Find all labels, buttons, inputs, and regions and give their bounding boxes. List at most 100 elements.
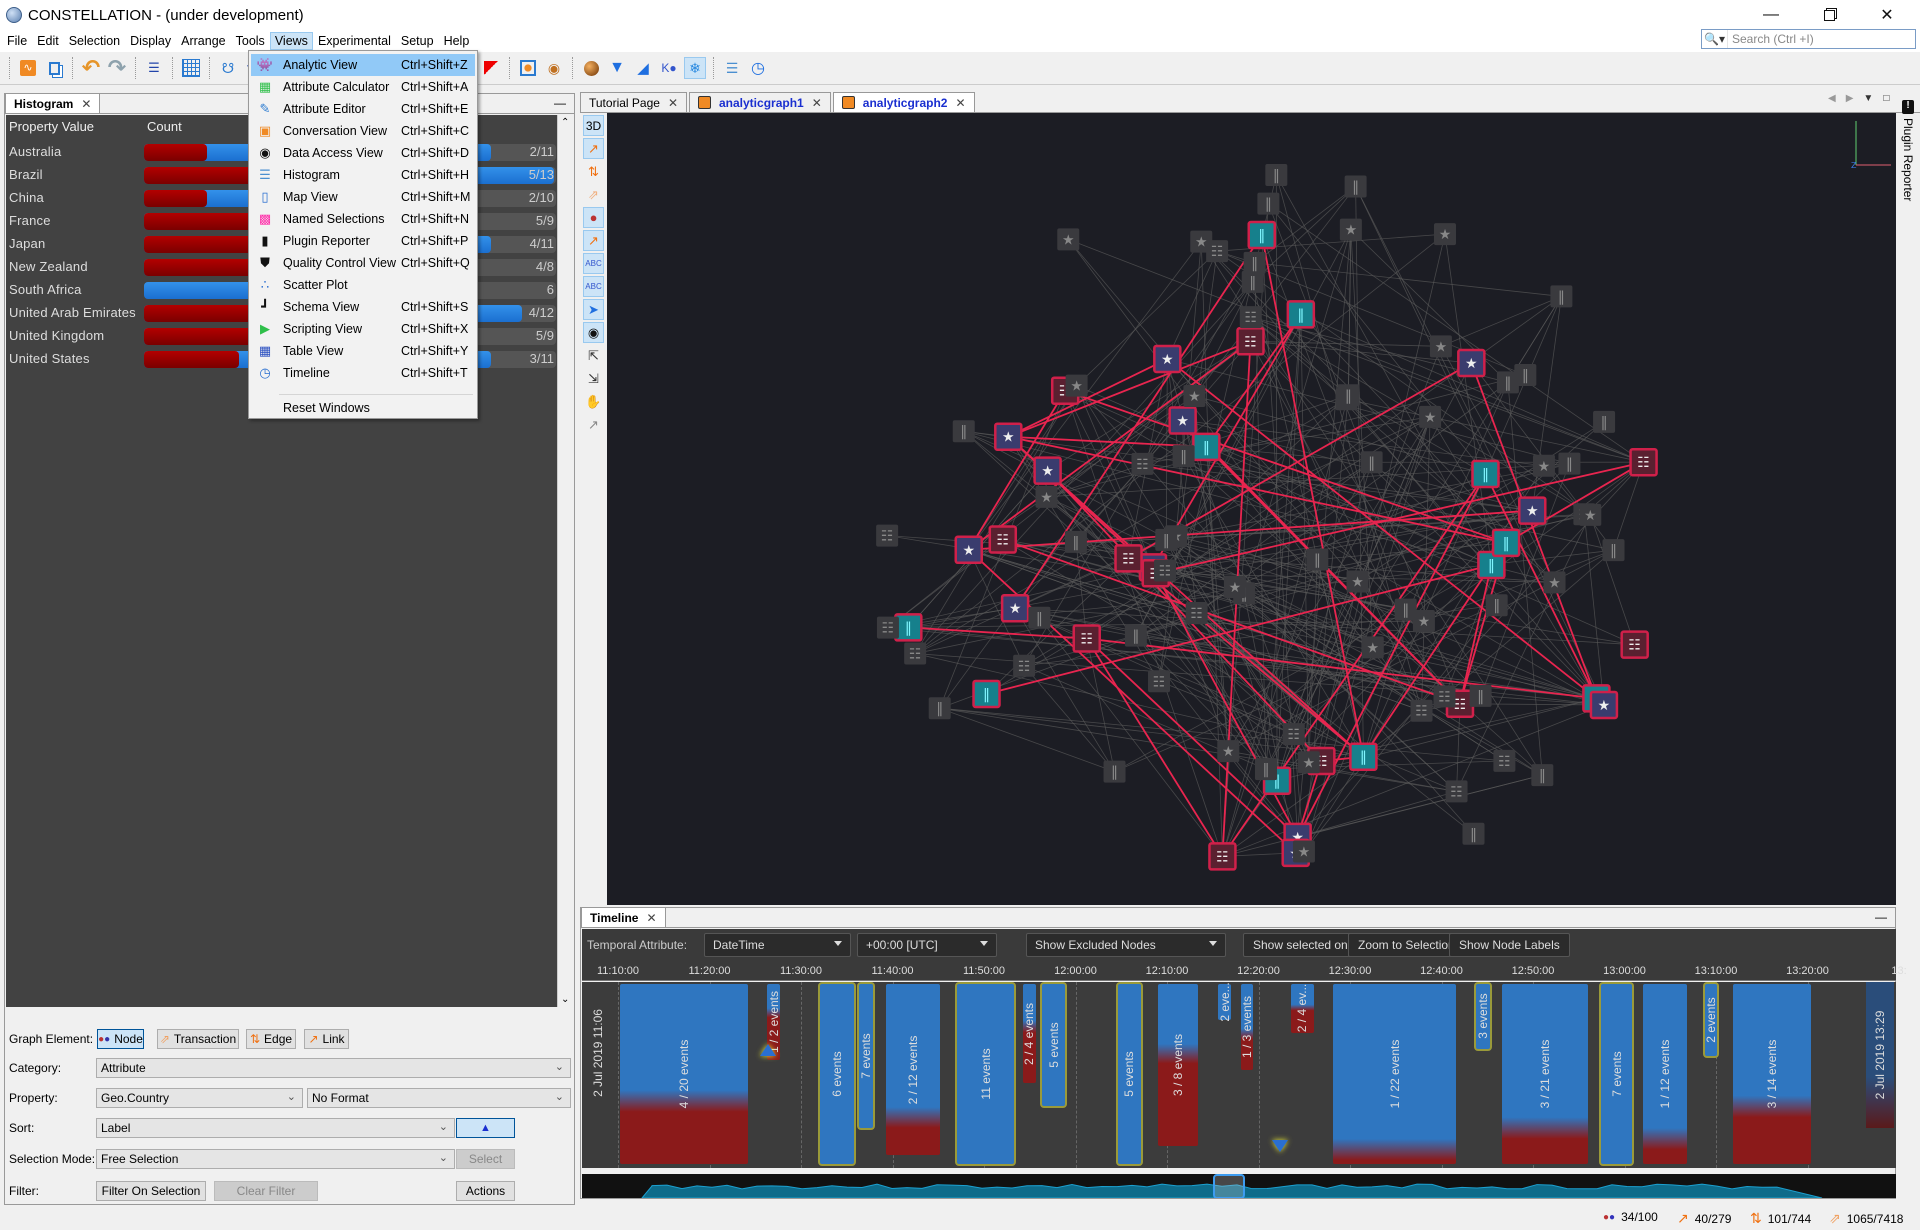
close-icon[interactable]: ✕ (646, 911, 656, 925)
timeline-cluster[interactable]: 7 events (859, 984, 873, 1128)
menu-item-histogram[interactable]: ☰ Histogram Ctrl+Shift+H (251, 164, 475, 186)
menu-item-schema-view[interactable]: ┛ Schema View Ctrl+Shift+S (251, 296, 475, 318)
link-mode-icon[interactable]: ↗ (583, 138, 604, 159)
plugin-reporter-tab[interactable]: ! Plugin Reporter (1898, 98, 1918, 298)
menu-help[interactable]: Help (439, 32, 475, 50)
edge-mode-icon[interactable]: ⇅ (583, 161, 604, 182)
filter-icon[interactable]: ▼ (606, 57, 628, 79)
timeline-cluster[interactable]: 3 / 14 events (1733, 984, 1812, 1164)
timeline-cluster[interactable]: 11 events (957, 984, 1014, 1164)
graph-canvas[interactable]: ★‖‖☷‖★★☷☷‖★★★‖★★☷★★‖‖☷★★☷☷‖‖☷☷‖☷‖☷★☷★★‖★… (607, 113, 1896, 905)
maximize-icon[interactable]: □ (1883, 93, 1889, 104)
histogram-icon[interactable]: ☰ (721, 57, 743, 79)
menu-item-scripting-view[interactable]: ▶ Scripting View Ctrl+Shift+X (251, 318, 475, 340)
menu-item-reset-windows[interactable]: Reset Windows (251, 397, 475, 419)
histogram-scrollbar[interactable]: ⌃ ⌄ (557, 115, 573, 1007)
sort-icon[interactable]: ☰ (143, 57, 165, 79)
timeline-cluster[interactable]: 1 / 12 events (1643, 984, 1687, 1164)
selection-mode-select[interactable]: Free Selection ⌄ (96, 1149, 455, 1169)
transaction-mode-icon[interactable]: ⇗ (583, 184, 604, 205)
menu-item-named-selections[interactable]: ▩ Named Selections Ctrl+Shift+N (251, 208, 475, 230)
menu-views[interactable]: Views (269, 32, 313, 50)
close-icon[interactable]: ✕ (955, 96, 965, 110)
transaction-button[interactable]: ⇗ Transaction (157, 1029, 239, 1049)
close-icon[interactable]: ✕ (668, 96, 678, 110)
range-start-handle[interactable] (760, 1044, 776, 1056)
tab-timeline[interactable]: Timeline ✕ (581, 907, 666, 927)
timeline-cluster[interactable]: 5 events (1042, 984, 1065, 1107)
menu-item-attribute-editor[interactable]: ✎ Attribute Editor Ctrl+Shift+E (251, 98, 475, 120)
timeline-cluster[interactable]: 3 / 8 events (1157, 984, 1198, 1146)
hand-icon[interactable]: ✋ (583, 391, 604, 412)
excluded-nodes-select[interactable]: Show Excluded Nodes (1026, 933, 1226, 957)
timeline-chart[interactable]: 4 / 20 events 1 / 2 events 6 events 7 event… (582, 982, 1896, 1168)
link-button[interactable]: ↗ Link (304, 1029, 349, 1049)
tab-next-icon[interactable]: ▶ (1846, 93, 1854, 104)
actions-button[interactable]: Actions (456, 1181, 515, 1201)
search-icon[interactable]: 🔍▾ (1702, 30, 1728, 48)
filter-on-selection-button[interactable]: Filter On Selection (96, 1181, 206, 1201)
search-input[interactable]: Search (Ctrl +I) (1728, 32, 1814, 46)
timeline-cluster[interactable]: 2 / 4 events (1022, 984, 1036, 1083)
edge-button[interactable]: ⇅ Edge (246, 1029, 296, 1049)
timeline-overview[interactable] (582, 1174, 1896, 1199)
search-box[interactable]: 🔍▾ Search (Ctrl +I) (1701, 29, 1916, 49)
new-graph-icon[interactable]: ∿ (17, 57, 39, 79)
blaze-icon[interactable]: ➤ (583, 299, 604, 320)
minimize-panel-icon[interactable]: — (554, 96, 566, 110)
timeline-cluster[interactable]: 1 / 22 events (1332, 984, 1457, 1164)
connections-visible-icon[interactable]: ↗ (583, 230, 604, 251)
tree-arrange-icon[interactable]: ☋ (217, 57, 239, 79)
menu-edit[interactable]: Edit (32, 32, 64, 50)
menu-display[interactable]: Display (125, 32, 176, 50)
timeline-cluster[interactable]: 3 / 21 events (1501, 984, 1588, 1164)
timezone-select[interactable]: +00:00 [UTC] (857, 933, 997, 957)
tab-list-icon[interactable]: ▼ (1863, 93, 1873, 104)
timeline-cluster[interactable]: 2 / 12 events (885, 984, 941, 1155)
grid-arrange-icon[interactable] (180, 57, 202, 79)
menu-arrange[interactable]: Arrange (176, 32, 230, 50)
close-icon[interactable]: ✕ (812, 96, 822, 110)
timeline-cluster[interactable]: 6 events (819, 984, 854, 1164)
nodes-visible-icon[interactable]: ● (583, 207, 604, 228)
select-button[interactable]: Select (456, 1149, 515, 1169)
timeline-cluster[interactable]: 1 / 3 events (1240, 984, 1254, 1071)
minimize-button[interactable]: — (1748, 0, 1794, 30)
scroll-down-icon[interactable]: ⌄ (561, 994, 569, 1005)
temporal-attribute-select[interactable]: DateTime (704, 933, 851, 957)
menu-item-analytic-view[interactable]: 👾 Analytic View Ctrl+Shift+Z (251, 54, 475, 76)
timeline-icon[interactable]: ◷ (747, 57, 769, 79)
restore-button[interactable] (1806, 0, 1852, 30)
freeze-icon[interactable]: ❄ (684, 57, 706, 79)
toggle-3d-button[interactable]: 3D (583, 115, 604, 136)
menu-item-data-access-view[interactable]: ◉ Data Access View Ctrl+Shift+D (251, 142, 475, 164)
show-node-labels-button[interactable]: Show Node Labels (1449, 933, 1570, 957)
timeline-cluster[interactable]: 2 events (1704, 984, 1718, 1056)
node-color-icon[interactable] (580, 57, 602, 79)
zoom-in-icon[interactable]: ⇱ (583, 345, 604, 366)
timeline-cluster[interactable]: 2 / 4 ev... (1290, 984, 1315, 1033)
zoom-to-selection-button[interactable]: Zoom to Selection (1348, 933, 1465, 957)
menu-selection[interactable]: Selection (64, 32, 125, 50)
copy-graph-icon[interactable] (43, 57, 65, 79)
graph-svg[interactable]: ★‖‖☷‖★★☷☷‖★★★‖★★☷★★‖‖☷★★☷☷‖‖☷☷‖☷‖☷★☷★★‖★… (607, 113, 1896, 905)
node-button[interactable]: ●● Node (97, 1029, 144, 1049)
tab-prev-icon[interactable]: ◀ (1828, 93, 1836, 104)
minimize-panel-icon[interactable]: — (1875, 910, 1887, 924)
undo-icon[interactable]: ↶ (80, 55, 102, 80)
menu-file[interactable]: File (2, 32, 32, 50)
scroll-up-icon[interactable]: ⌃ (561, 117, 569, 128)
menu-item-table-view[interactable]: ▦ Table View Ctrl+Shift+Y (251, 340, 475, 362)
tab-analyticgraph2[interactable]: analyticgraph2 ✕ (832, 92, 975, 112)
node-labels-icon[interactable]: ABC (583, 253, 604, 274)
menu-tools[interactable]: Tools (231, 32, 270, 50)
redo-icon[interactable]: ↷ (106, 55, 128, 80)
add-node-icon[interactable]: ↗ (583, 414, 604, 435)
tab-analyticgraph1[interactable]: analyticgraph1 ✕ (689, 92, 831, 112)
menu-item-timeline[interactable]: ◷ Timeline Ctrl+Shift+T (251, 362, 475, 384)
eye-icon[interactable]: ◉ (583, 322, 604, 343)
timeline-cluster[interactable]: 4 / 20 events (619, 984, 749, 1164)
menu-item-scatter-plot[interactable]: ∴ Scatter Plot (251, 274, 475, 296)
timeline-cluster[interactable]: 3 events (1475, 984, 1491, 1049)
menu-item-plugin-reporter[interactable]: ▮ Plugin Reporter Ctrl+Shift+P (251, 230, 475, 252)
